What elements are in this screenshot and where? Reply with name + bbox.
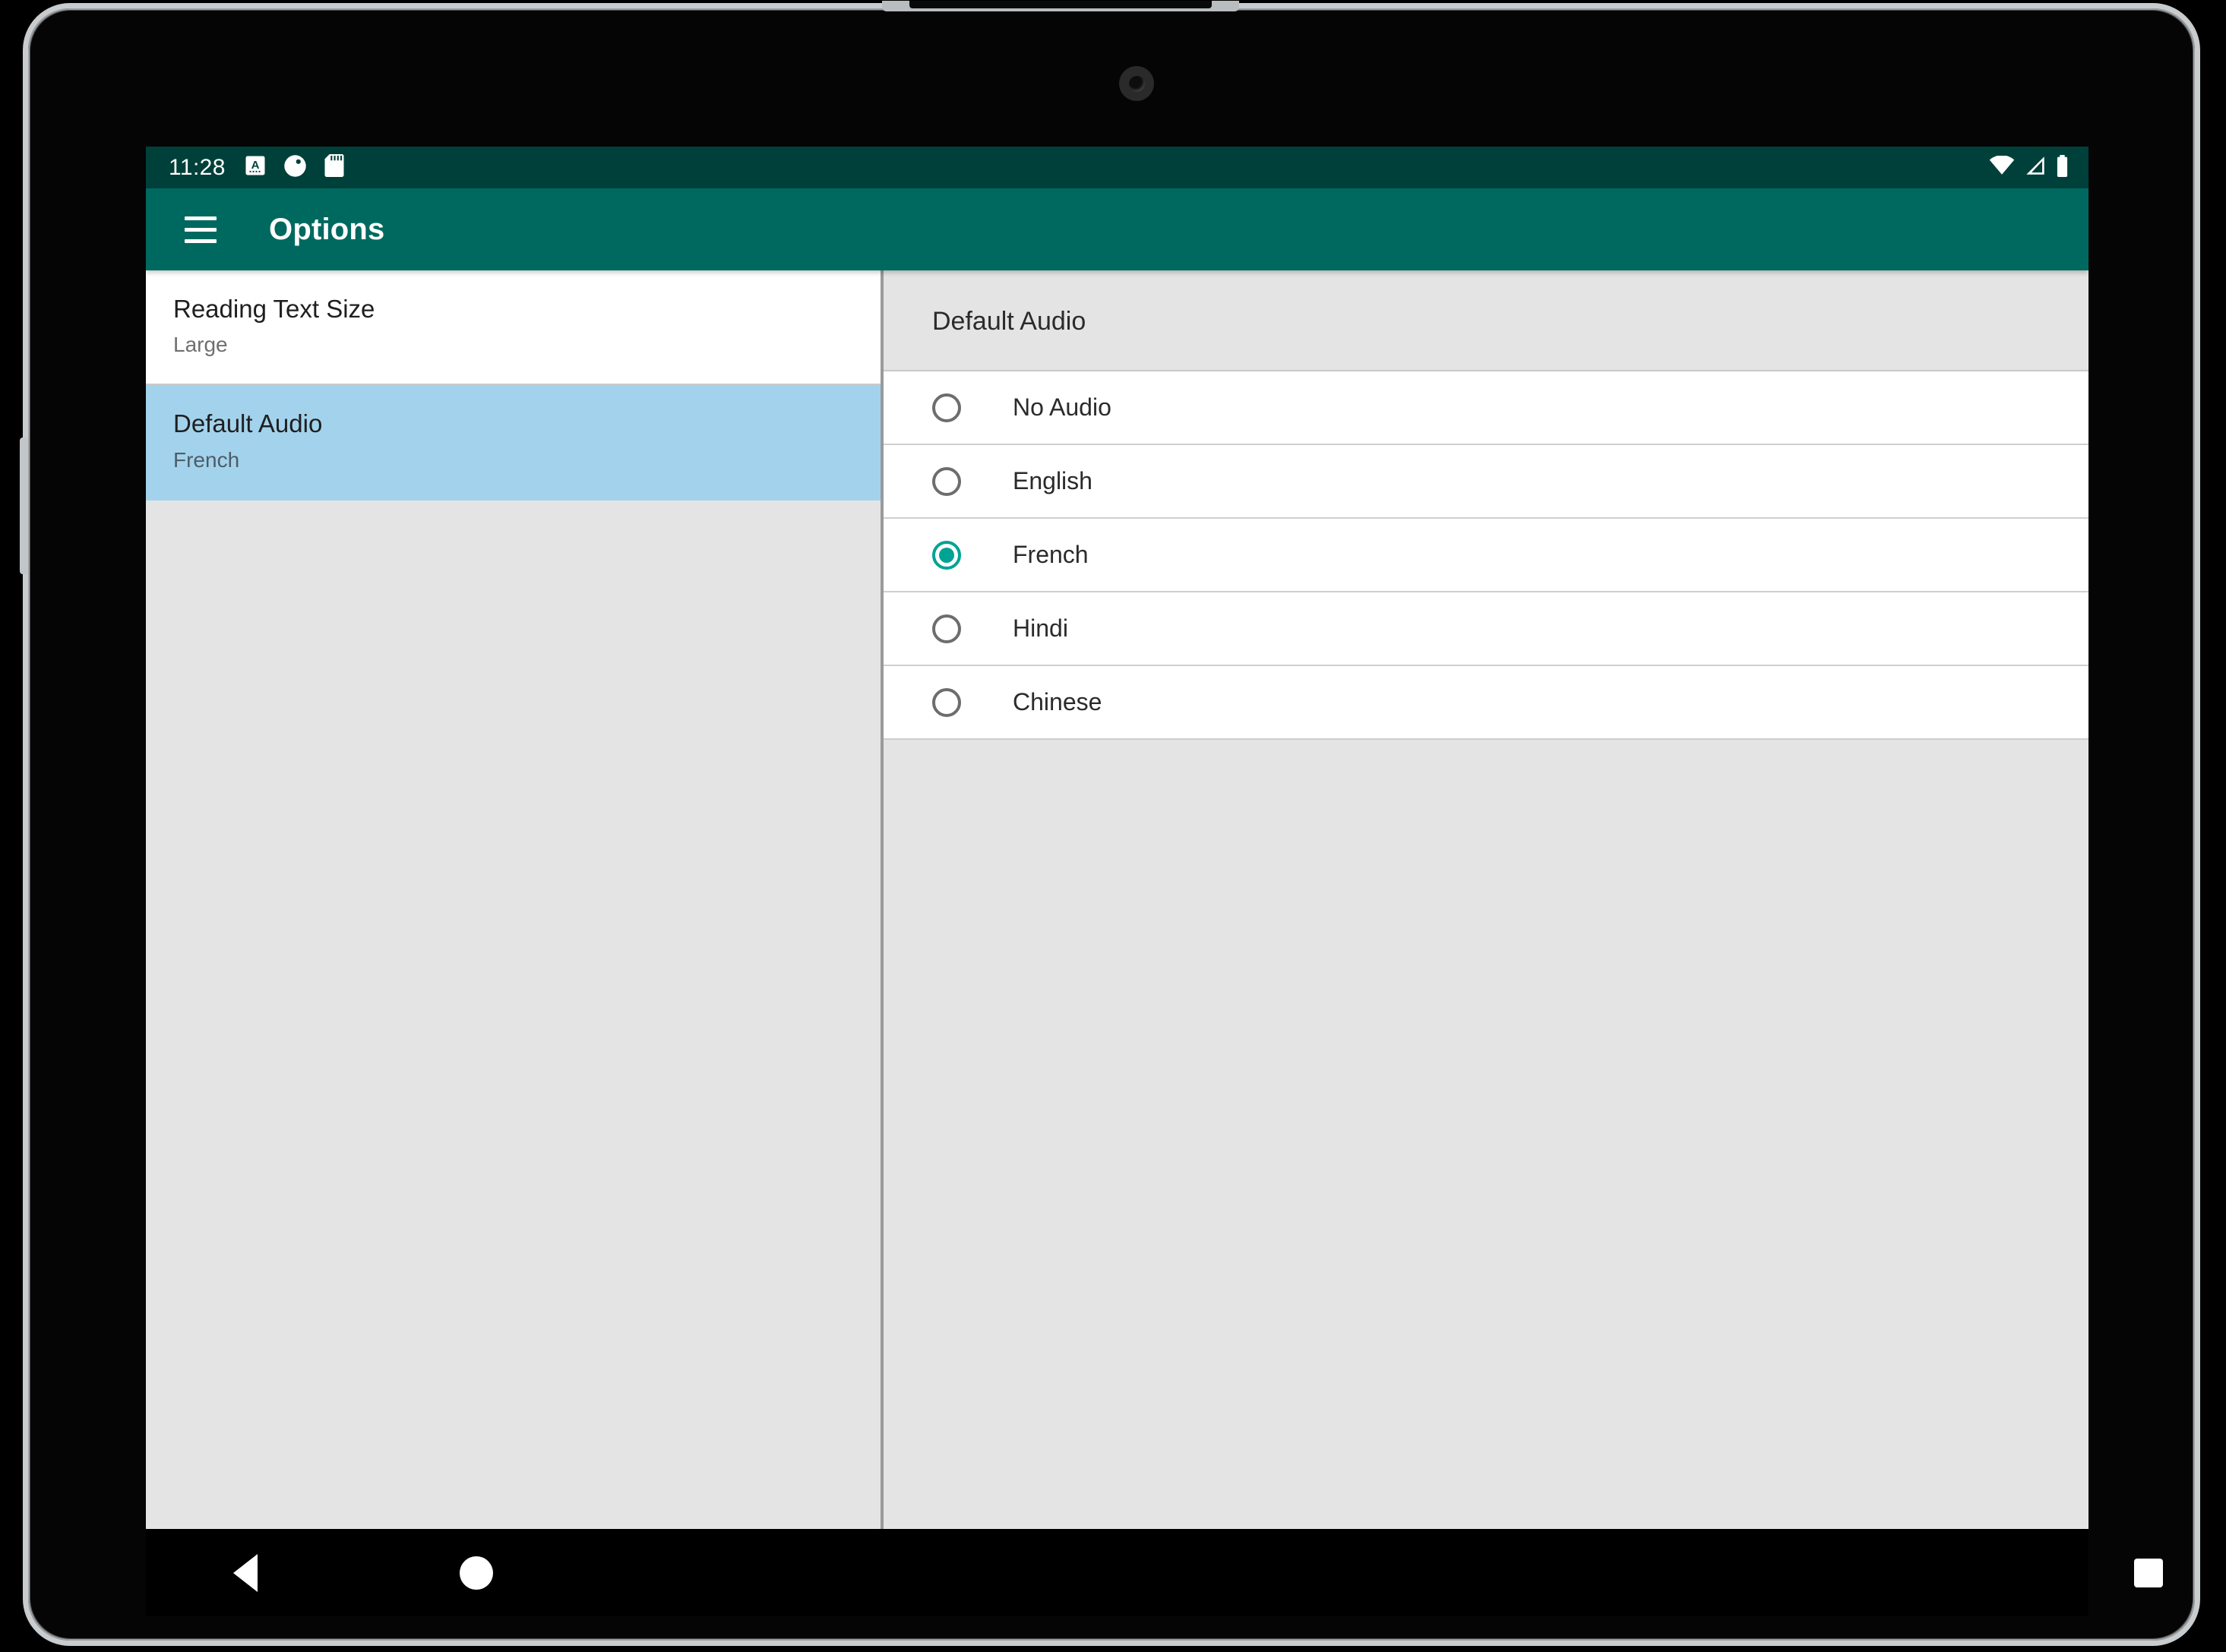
radio-group-default-audio: No Audio English French Hindi Chinese <box>884 371 2088 740</box>
hamburger-line <box>185 227 217 232</box>
radio-option-label: French <box>1013 541 1089 568</box>
app-bar: Options <box>146 188 2088 270</box>
pref-title: Default Audio <box>173 409 323 438</box>
device-screen: 11:28 A Options Reading Text Size Large … <box>146 147 2088 1529</box>
detail-pane-header: Default Audio <box>884 270 2088 371</box>
radio-button-icon[interactable] <box>932 466 961 496</box>
wifi-icon <box>1989 155 2015 179</box>
radio-option-label: No Audio <box>1013 393 1111 421</box>
radio-button-icon-selected[interactable] <box>932 540 961 570</box>
status-clock: 11:28 <box>169 154 226 180</box>
recents-square-icon[interactable] <box>2134 1558 2163 1587</box>
radio-button-icon[interactable] <box>932 687 961 717</box>
battery-icon <box>2056 154 2069 181</box>
radio-option-hindi[interactable]: Hindi <box>884 592 2088 666</box>
radio-option-english[interactable]: English <box>884 445 2088 519</box>
captions-icon: A <box>244 154 267 181</box>
hamburger-menu-icon[interactable] <box>173 202 228 257</box>
hamburger-line <box>185 216 217 220</box>
contrast-icon <box>283 154 307 182</box>
power-button[interactable] <box>20 437 28 574</box>
radio-button-icon[interactable] <box>932 393 961 422</box>
content-panes: Reading Text Size Large Default Audio Fr… <box>146 270 2088 1529</box>
front-camera-icon <box>1129 76 1145 92</box>
sidebar-item-default-audio[interactable]: Default Audio French <box>146 385 881 501</box>
radio-option-french[interactable]: French <box>884 519 2088 592</box>
detail-pane-title: Default Audio <box>932 307 1086 336</box>
home-circle-icon[interactable] <box>460 1556 493 1590</box>
status-bar: 11:28 A <box>146 147 2088 188</box>
antenna-tab-inner <box>909 1 1212 8</box>
svg-text:A: A <box>251 159 259 172</box>
navigation-bar <box>146 1529 2163 1616</box>
preference-list-pane: Reading Text Size Large Default Audio Fr… <box>146 270 884 1529</box>
detail-pane: Default Audio No Audio English French Hi… <box>884 270 2088 1529</box>
pref-summary: Large <box>173 333 228 357</box>
cellular-signal-icon <box>2025 156 2046 179</box>
pref-summary: French <box>173 447 240 472</box>
pref-title: Reading Text Size <box>173 295 375 323</box>
sd-card-icon <box>324 154 345 181</box>
radio-option-chinese[interactable]: Chinese <box>884 666 2088 740</box>
tablet-device-frame: 11:28 A Options Reading Text Size Large … <box>20 1 2200 1646</box>
status-left-icons: A <box>244 154 345 182</box>
radio-option-label: English <box>1013 467 1092 494</box>
radio-option-no-audio[interactable]: No Audio <box>884 371 2088 445</box>
page-title: Options <box>269 212 385 246</box>
radio-option-label: Hindi <box>1013 614 1068 642</box>
radio-button-icon[interactable] <box>932 614 961 643</box>
radio-option-label: Chinese <box>1013 688 1102 715</box>
sidebar-item-reading-text-size[interactable]: Reading Text Size Large <box>146 270 881 386</box>
hamburger-line <box>185 238 217 243</box>
status-right-icons <box>1989 154 2069 181</box>
back-triangle-icon[interactable] <box>233 1553 258 1592</box>
